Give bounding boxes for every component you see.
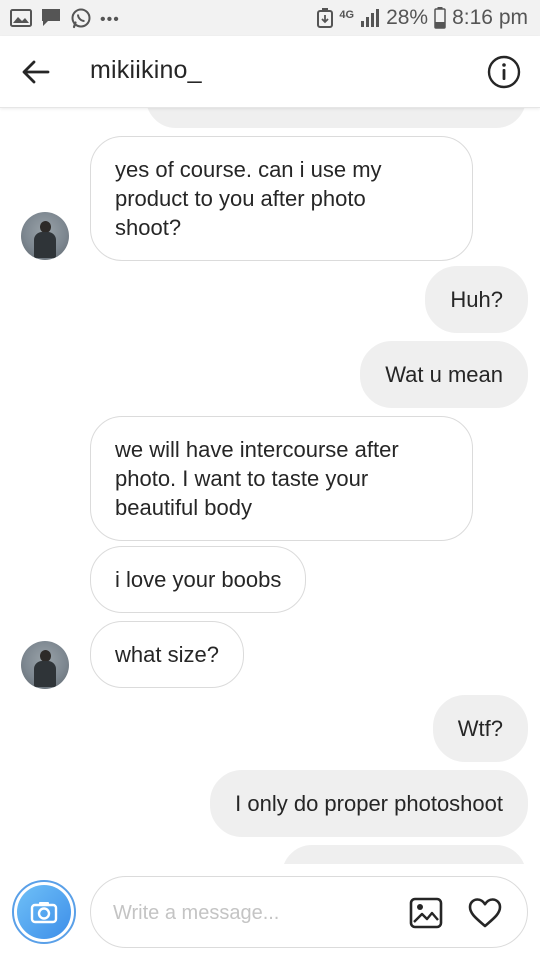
message-bubble-outgoing[interactable]: Huh? (425, 266, 528, 333)
like-button[interactable] (465, 894, 505, 932)
message-bubble-incoming[interactable]: what size? (90, 621, 244, 688)
message-line: photo. I want to taste your (115, 466, 369, 491)
message-line: shoot? (115, 215, 182, 240)
camera-button[interactable] (12, 880, 76, 944)
message-text: Wat u mean (385, 362, 503, 387)
message-bubble-incoming[interactable]: i love your boobs (90, 546, 307, 613)
conversation-header: mikiikino_ (0, 36, 540, 108)
message-bubble-outgoing-cutoff[interactable] (146, 108, 526, 128)
avatar[interactable] (21, 641, 69, 689)
chat-icon (40, 8, 62, 28)
signal-icon (360, 9, 380, 27)
status-right: 4G 28% 8:16 pm (317, 6, 528, 30)
status-bar: ••• 4G 28% 8:16 pm (0, 0, 540, 36)
camera-icon (17, 885, 71, 939)
message-line: we will have intercourse after (115, 437, 399, 462)
more-dots-icon: ••• (100, 11, 120, 28)
battery-icon (434, 7, 446, 29)
gallery-icon (10, 9, 32, 27)
message-line: yes of course. can i use my (115, 157, 382, 182)
heart-icon (468, 898, 502, 928)
arrow-left-icon (22, 60, 50, 84)
battery-percent: 28% (386, 6, 429, 29)
avatar[interactable] (21, 212, 69, 260)
message-text: i love your boobs (115, 567, 282, 592)
message-bubble-outgoing[interactable]: Wtf? (432, 695, 528, 762)
whatsapp-icon (70, 7, 92, 29)
message-line: product to you after photo (115, 186, 366, 211)
clock: 8:16 pm (452, 6, 528, 29)
message-bubble-outgoing[interactable]: Wat u mean (360, 341, 528, 408)
conversation-title[interactable]: mikiikino_ (90, 56, 202, 85)
download-icon (317, 8, 334, 28)
message-bubble-outgoing-cutoff[interactable] (282, 845, 526, 864)
info-icon (487, 55, 521, 89)
message-line: beautiful body (115, 495, 252, 520)
status-left-icons: ••• (10, 7, 120, 29)
message-text: Wtf? (457, 716, 503, 741)
message-input-container[interactable] (90, 876, 528, 948)
message-text: I only do proper photoshoot (235, 791, 503, 816)
message-bubble-incoming[interactable]: yes of course. can i use my product to y… (90, 136, 473, 261)
network-type: 4G (339, 9, 355, 21)
back-button[interactable] (20, 56, 52, 88)
message-thread[interactable]: yes of course. can i use my product to y… (0, 108, 540, 864)
message-bubble-outgoing[interactable]: I only do proper photoshoot (210, 770, 528, 837)
image-icon (409, 897, 443, 929)
message-input[interactable] (113, 899, 393, 927)
message-text: what size? (115, 642, 219, 667)
message-bubble-incoming[interactable]: we will have intercourse after photo. I … (90, 416, 473, 541)
message-text: Huh? (450, 287, 503, 312)
info-button[interactable] (486, 54, 522, 90)
gallery-button[interactable] (407, 894, 445, 932)
